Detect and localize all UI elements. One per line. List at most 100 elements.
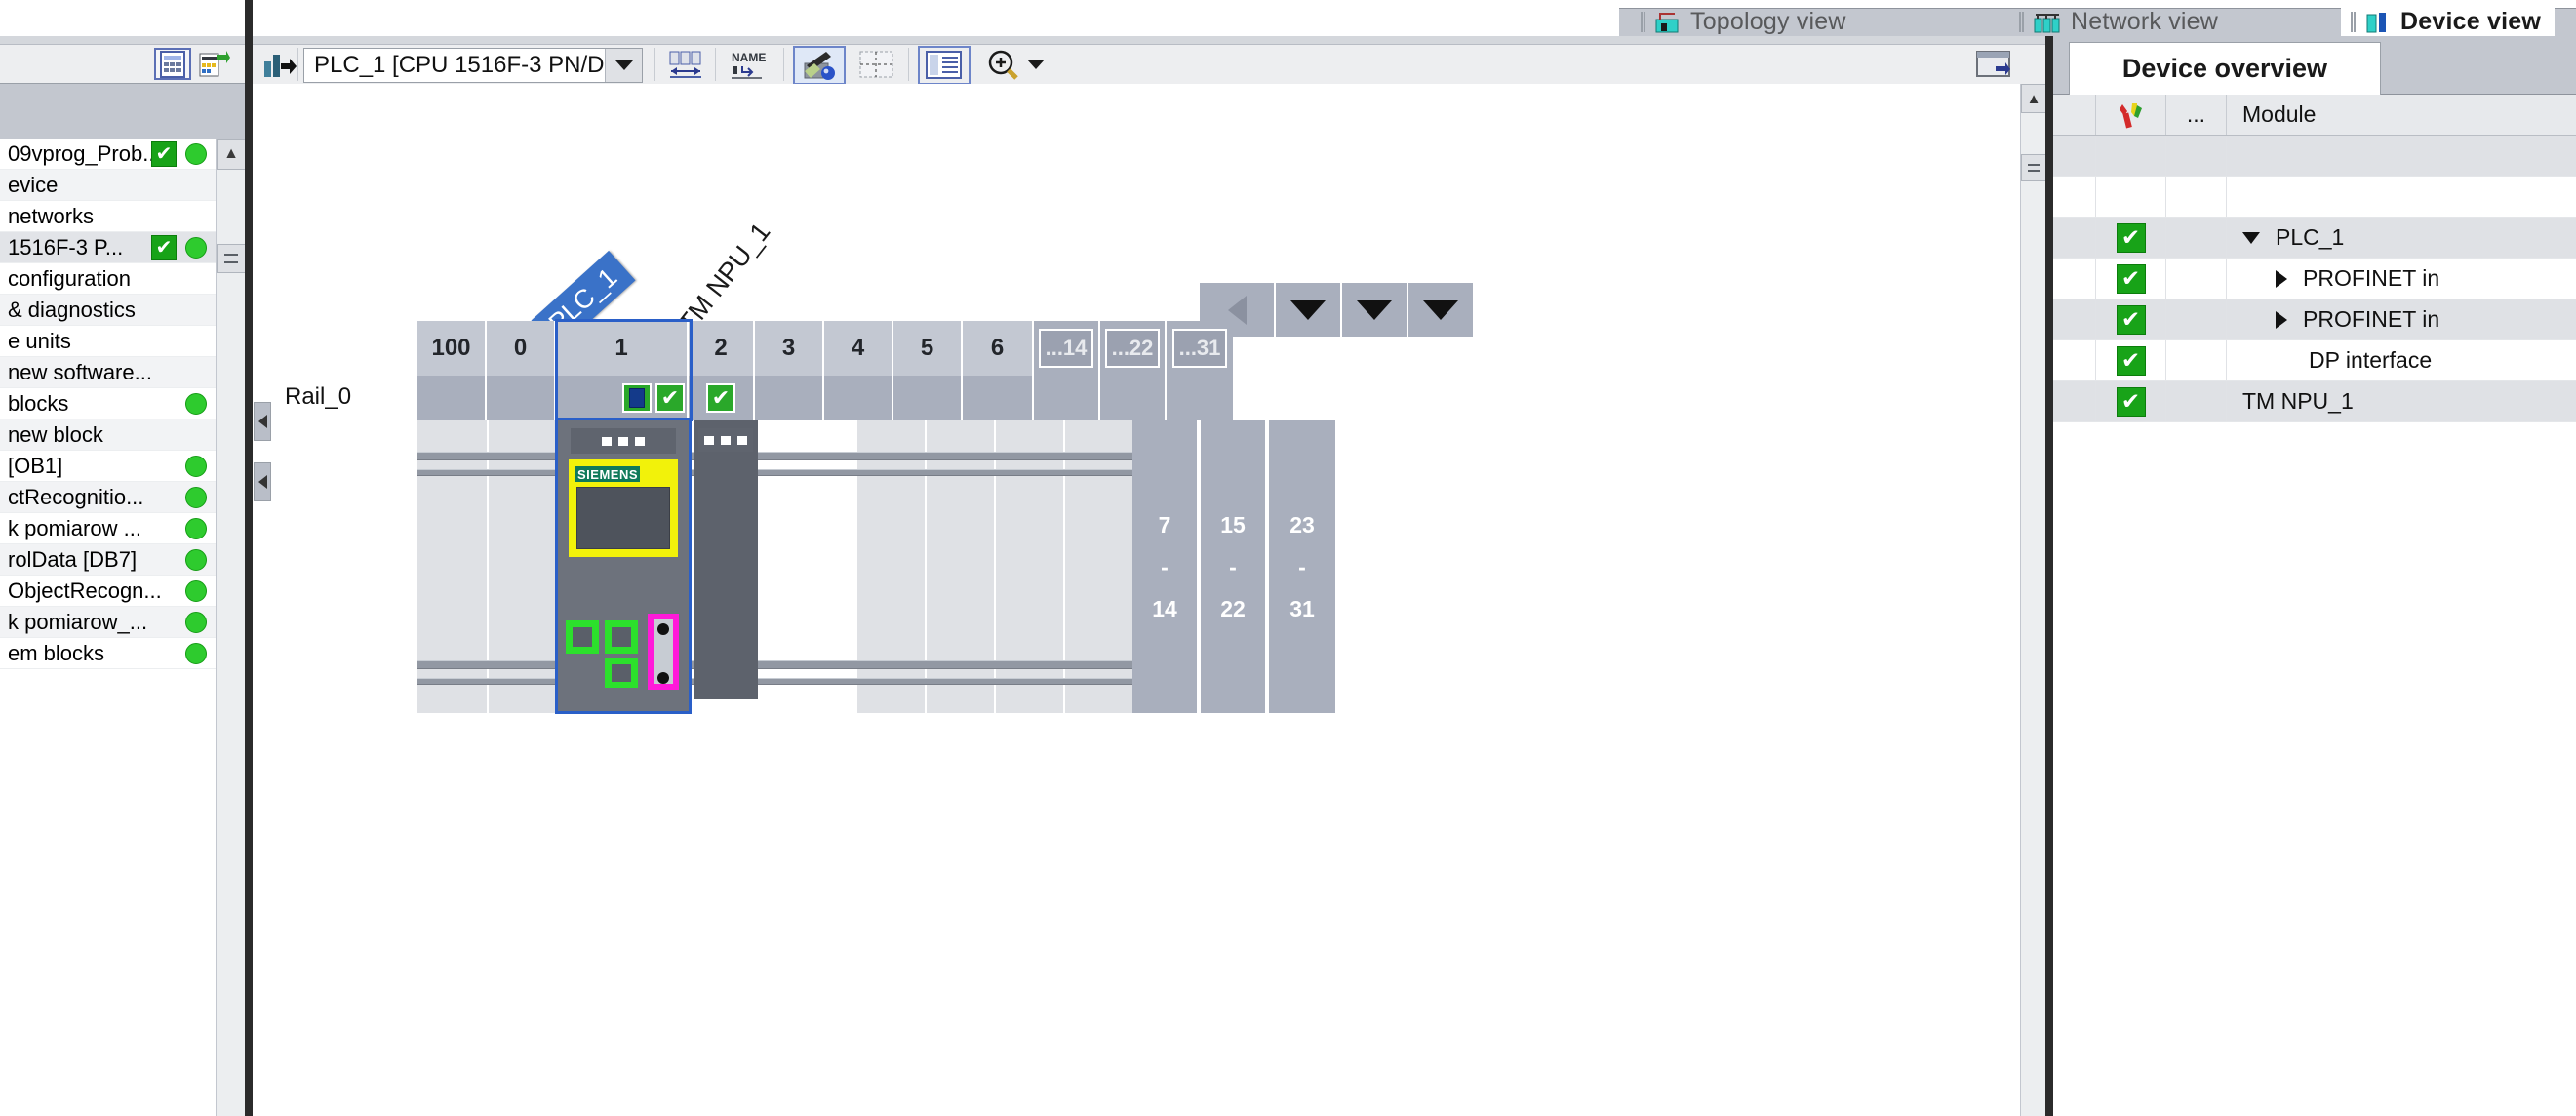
ok-check-icon[interactable]: ✔	[655, 383, 685, 413]
slot-header-6[interactable]: 6	[963, 321, 1034, 376]
edit-module-button[interactable]	[793, 46, 846, 85]
tab-device-overview[interactable]: Device overview	[2069, 42, 2381, 95]
rail-cell-4[interactable]	[824, 376, 893, 420]
row-selector-cell[interactable]	[2053, 218, 2096, 258]
show-module-info-button[interactable]	[918, 46, 971, 85]
project-tree-item[interactable]: & diagnostics	[0, 295, 245, 326]
empty-slot-4[interactable]	[927, 420, 994, 713]
rail-cell-group-31[interactable]	[1167, 376, 1233, 420]
device-overview-row[interactable]: ✔ TM NPU_1	[2053, 381, 2576, 422]
row-selector-cell[interactable]	[2053, 136, 2096, 176]
panel-divider-right[interactable]	[2045, 36, 2053, 1116]
col-header-wrench[interactable]	[2096, 95, 2166, 135]
tab-topology-view[interactable]: Topology view	[1631, 8, 1860, 36]
device-overview-row[interactable]	[2053, 177, 2576, 218]
project-tree-item[interactable]: new block	[0, 419, 245, 451]
device-selector[interactable]: PLC_1 [CPU 1516F-3 PN/DP]	[303, 48, 643, 83]
rail-cell-0[interactable]	[487, 376, 556, 420]
collapsed-range-col-22[interactable]: 15 - 22	[1201, 420, 1267, 713]
zoom-dropdown-button[interactable]	[1023, 45, 1049, 84]
project-tree-item[interactable]: new software...	[0, 357, 245, 388]
rail-cell-1[interactable]: ✔	[556, 376, 689, 420]
project-tree-item[interactable]: 09vprog_Prob...	[0, 139, 245, 170]
slot-header-0[interactable]: 0	[487, 321, 556, 376]
column-group-dropdown-3[interactable]	[1408, 283, 1475, 337]
tab-network-view[interactable]: Network view	[2009, 8, 2232, 36]
rail-cell-3[interactable]	[755, 376, 824, 420]
col-header-module[interactable]: Module	[2227, 95, 2576, 135]
empty-slot-0[interactable]	[489, 420, 556, 713]
show-grid-button[interactable]	[852, 45, 902, 84]
empty-slot-6[interactable]	[1065, 420, 1132, 713]
collapsed-range-col-31[interactable]: 23 - 31	[1269, 420, 1335, 713]
device-overview-row[interactable]	[2053, 136, 2576, 177]
export-to-file-button[interactable]	[196, 48, 233, 80]
scrollbar-thumb[interactable]	[217, 244, 245, 273]
rail-cell-group-22[interactable]	[1100, 376, 1167, 420]
row-selector-cell[interactable]	[2053, 340, 2096, 380]
project-tree-item[interactable]: networks	[0, 201, 245, 232]
module-info-icon[interactable]	[622, 383, 652, 413]
slot-header-4[interactable]: 4	[824, 321, 893, 376]
maximize-panel-button[interactable]	[1969, 45, 2018, 84]
collapsed-range-col-14[interactable]: 7 - 14	[1132, 420, 1199, 713]
project-tree-item[interactable]: 1516F-3 P...	[0, 232, 245, 263]
empty-slot-3[interactable]	[857, 420, 925, 713]
column-group-dropdown-1[interactable]	[1276, 283, 1342, 337]
project-tree-item[interactable]: em blocks	[0, 638, 245, 669]
slot-header-group-31[interactable]: ...31	[1167, 321, 1233, 376]
project-tree-item[interactable]: ObjectRecogn...	[0, 576, 245, 607]
project-tree-item[interactable]: configuration	[0, 263, 245, 295]
project-tree-item[interactable]: e units	[0, 326, 245, 357]
panel-divider-left[interactable]	[245, 0, 253, 1116]
project-tree-scrollbar[interactable]: ▲	[216, 139, 245, 1116]
slot-header-group-22[interactable]: ...22	[1100, 321, 1167, 376]
rail-cell-group-14[interactable]	[1034, 376, 1100, 420]
canvas-vertical-scrollbar[interactable]: ▲	[2020, 84, 2046, 1116]
table-view-button[interactable]	[154, 48, 191, 80]
scroll-up-icon[interactable]: ▲	[217, 139, 245, 170]
select-device-button[interactable]	[258, 45, 301, 84]
project-tree-item[interactable]: ctRecognitio...	[0, 482, 245, 513]
project-tree-item[interactable]: blocks	[0, 388, 245, 419]
project-tree-item[interactable]: [OB1]	[0, 451, 245, 482]
device-overview-row[interactable]: ✔ PLC_1	[2053, 218, 2576, 259]
ok-check-icon[interactable]: ✔	[706, 383, 735, 413]
scrollbar-thumb[interactable]	[2021, 154, 2046, 181]
row-selector-cell[interactable]	[2053, 259, 2096, 299]
device-selector-dropdown-button[interactable]	[605, 49, 642, 82]
slot-header-3[interactable]: 3	[755, 321, 824, 376]
canvas-edge-tab-top[interactable]	[254, 402, 271, 441]
row-selector-cell[interactable]	[2053, 381, 2096, 421]
device-overview-row[interactable]: ✔ DP interface	[2053, 340, 2576, 381]
empty-slot-100[interactable]	[417, 420, 487, 713]
chevron-right-icon[interactable]	[2276, 310, 2287, 329]
column-group-dropdown-2[interactable]	[1342, 283, 1408, 337]
project-tree-item[interactable]: k pomiarow_...	[0, 607, 245, 638]
device-rack-canvas[interactable]: PLC_1 TM NPU_1 100 0 1 2 3 4 5 6 ...14 .…	[253, 84, 2020, 1116]
slot-header-1[interactable]: 1	[556, 321, 689, 376]
module-tm-npu1[interactable]	[694, 420, 758, 699]
rail-cell-6[interactable]	[963, 376, 1034, 420]
device-overview-row[interactable]: ✔ PROFINET in	[2053, 259, 2576, 299]
device-overview-row[interactable]: ✔ PROFINET in	[2053, 299, 2576, 340]
slot-header-group-14[interactable]: ...14	[1034, 321, 1100, 376]
slot-header-100[interactable]: 100	[417, 321, 487, 376]
rail-cell-2[interactable]: ✔	[689, 376, 755, 420]
fit-width-button[interactable]	[662, 45, 709, 84]
project-tree-item[interactable]: evice	[0, 170, 245, 201]
row-selector-cell[interactable]	[2053, 299, 2096, 339]
scroll-up-icon[interactable]: ▲	[2021, 84, 2046, 113]
slot-header-2[interactable]: 2	[689, 321, 755, 376]
slot-header-5[interactable]: 5	[893, 321, 963, 376]
rail-cell-5[interactable]	[893, 376, 963, 420]
canvas-edge-tab-bottom[interactable]	[254, 462, 271, 501]
tab-device-view[interactable]: Device view	[2341, 8, 2555, 36]
col-header-ellipsis[interactable]: ...	[2166, 95, 2227, 135]
row-selector-cell[interactable]	[2053, 177, 2096, 217]
project-tree-item[interactable]: k pomiarow ...	[0, 513, 245, 544]
chevron-down-icon[interactable]	[2242, 231, 2260, 244]
chevron-right-icon[interactable]	[2276, 269, 2287, 288]
rail-cell-100[interactable]	[417, 376, 487, 420]
empty-slot-5[interactable]	[996, 420, 1063, 713]
